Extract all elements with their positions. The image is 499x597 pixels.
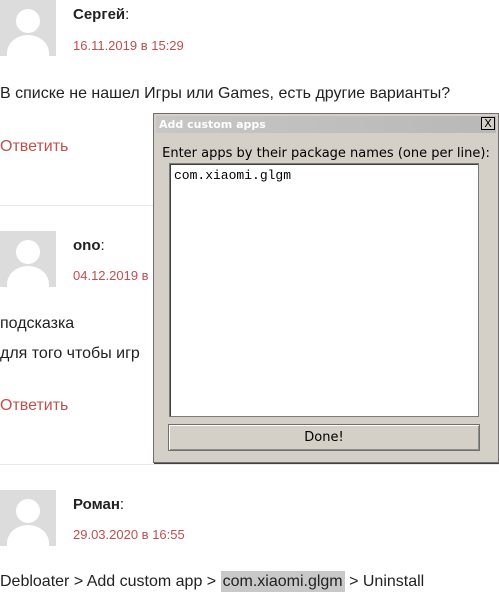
comment-date[interactable]: 04.12.2019 в bbox=[73, 268, 149, 283]
avatar bbox=[0, 231, 56, 287]
dialog-title-bar[interactable]: Add custom apps X bbox=[156, 116, 496, 133]
add-custom-apps-dialog: Add custom apps X Enter apps by their pa… bbox=[153, 113, 499, 463]
done-button[interactable]: Done! bbox=[168, 424, 480, 451]
dialog-prompt: Enter apps by their package names (one p… bbox=[162, 146, 490, 161]
comment-date[interactable]: 29.03.2020 в 16:55 bbox=[73, 527, 185, 542]
comment-text: Debloater > Add custom app > com.xiaomi.… bbox=[0, 571, 425, 592]
comment-author: ono: bbox=[73, 237, 105, 254]
close-icon: X bbox=[484, 117, 492, 130]
avatar bbox=[0, 490, 56, 546]
package-names-textarea[interactable]: com.xiaomi.glgm bbox=[169, 163, 479, 417]
comment-author: Роман: bbox=[73, 496, 125, 513]
avatar bbox=[0, 0, 56, 56]
highlighted-package-name: com.xiaomi.glgm bbox=[220, 571, 345, 592]
close-button[interactable]: X bbox=[481, 117, 495, 130]
comment-text-line-2: для того чтобы игр bbox=[0, 345, 140, 362]
text-segment: > Uninstall bbox=[344, 573, 425, 590]
reply-link[interactable]: Ответить bbox=[0, 138, 68, 156]
comment-text: В списке не нашел Игры или Games, есть д… bbox=[0, 85, 451, 102]
text-segment: Debloater > Add custom app > bbox=[0, 573, 221, 590]
comment-author: Сергей: bbox=[73, 6, 130, 23]
comment-date[interactable]: 16.11.2019 в 15:29 bbox=[73, 38, 184, 53]
comment-divider bbox=[0, 464, 499, 465]
dialog-title: Add custom apps bbox=[159, 118, 266, 131]
comment-text-line-1: подсказка bbox=[0, 315, 75, 332]
reply-link[interactable]: Ответить bbox=[0, 397, 68, 415]
